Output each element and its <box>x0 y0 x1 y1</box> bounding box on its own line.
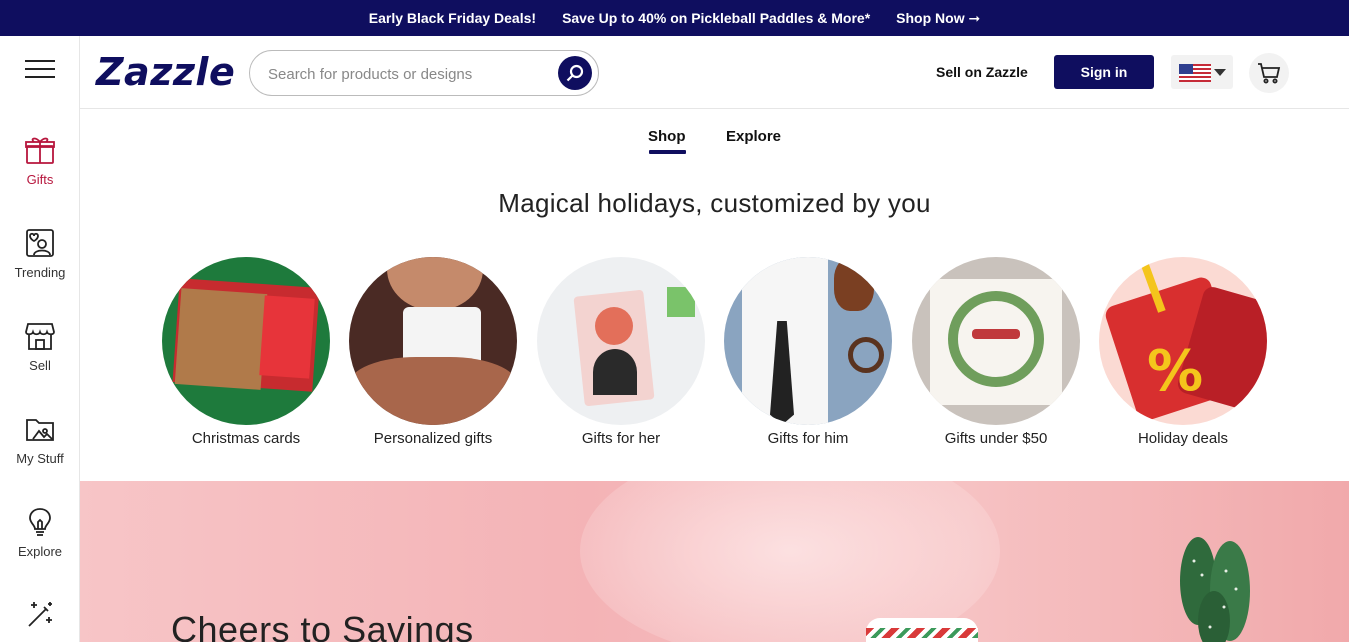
sidebar-item-my-stuff[interactable]: My Stuff <box>0 413 80 466</box>
category-gifts-for-him[interactable]: Gifts for him <box>708 257 908 447</box>
holiday-deals-image: % <box>1099 257 1267 425</box>
lightbulb-icon <box>29 508 51 536</box>
sidebar-item-sell[interactable]: Sell <box>0 320 80 373</box>
page-headline: Magical holidays, customized by you <box>498 188 931 218</box>
sidebar-item-label: Gifts <box>26 172 54 187</box>
cart-button[interactable] <box>1249 53 1289 93</box>
category-label: Personalized gifts <box>373 430 493 447</box>
category-label: Gifts under $50 <box>944 430 1048 447</box>
magic-wand-icon <box>28 602 52 627</box>
us-flag-icon <box>1179 64 1211 82</box>
category-gifts-for-her[interactable]: Gifts for her <box>521 257 721 447</box>
hamburger-menu-icon[interactable] <box>25 60 55 80</box>
cart-icon <box>1258 63 1281 84</box>
category-label: Christmas cards <box>191 430 301 447</box>
gifts-for-him-image <box>724 257 892 425</box>
category-christmas-cards[interactable]: Christmas cards <box>146 257 346 447</box>
hero-mug-image <box>866 618 978 642</box>
shop-explore-tabs: Shop Explore <box>80 128 1349 158</box>
category-label: Holiday deals <box>1137 430 1229 447</box>
promo-shop-now-link[interactable]: Shop Now ➞ <box>896 10 980 27</box>
promo-banner[interactable]: Early Black Friday Deals! Save Up to 40%… <box>0 0 1349 36</box>
sidebar-item-create[interactable] <box>0 598 80 636</box>
country-selector[interactable] <box>1171 55 1233 89</box>
christmas-cards-image <box>162 257 330 425</box>
hero-banner[interactable]: Cheers to Savings <box>80 481 1349 642</box>
search-icon <box>566 64 584 82</box>
gifts-under-50-image <box>912 257 1080 425</box>
hero-title: Cheers to Savings <box>171 609 474 642</box>
zazzle-logo[interactable]: Zazzle <box>96 50 235 94</box>
sidebar-item-label: Explore <box>17 544 63 559</box>
sidebar-item-trending[interactable]: Trending <box>0 227 80 280</box>
search-button[interactable] <box>558 56 592 90</box>
gift-icon <box>25 137 55 164</box>
trending-icon <box>26 229 54 257</box>
tab-shop[interactable]: Shop <box>648 128 686 154</box>
category-label: Gifts for her <box>581 430 661 447</box>
search-bar <box>249 50 599 96</box>
storefront-icon <box>25 323 55 350</box>
chevron-down-icon <box>1214 69 1226 76</box>
folder-icon <box>26 419 54 441</box>
promo-offer-text: Save Up to 40% on Pickleball Paddles & M… <box>562 10 871 26</box>
gifts-for-her-image <box>537 257 705 425</box>
sidebar-item-explore[interactable]: Explore <box>0 506 80 559</box>
search-input[interactable] <box>268 63 548 85</box>
site-header: Zazzle Sell on Zazzle Sign in <box>80 36 1349 109</box>
cactus-image <box>1180 537 1250 642</box>
sidebar-item-gifts[interactable]: Gifts <box>0 134 80 187</box>
category-holiday-deals[interactable]: % Holiday deals <box>1083 257 1283 447</box>
personalized-gifts-image <box>349 257 517 425</box>
sign-in-button[interactable]: Sign in <box>1054 55 1154 89</box>
sell-on-zazzle-link[interactable]: Sell on Zazzle <box>936 64 1028 80</box>
category-label: Gifts for him <box>767 430 849 447</box>
category-personalized-gifts[interactable]: Personalized gifts <box>333 257 533 447</box>
promo-deal-label: Early Black Friday Deals! <box>368 10 537 26</box>
left-nav-rail: Gifts Trending Sell My Stuff Explore <box>0 36 80 642</box>
sidebar-item-label: Trending <box>14 265 66 280</box>
sidebar-item-label: My Stuff <box>16 451 64 466</box>
category-gifts-under-50[interactable]: Gifts under $50 <box>896 257 1096 447</box>
sidebar-item-label: Sell <box>29 358 51 373</box>
tab-explore[interactable]: Explore <box>726 128 781 145</box>
